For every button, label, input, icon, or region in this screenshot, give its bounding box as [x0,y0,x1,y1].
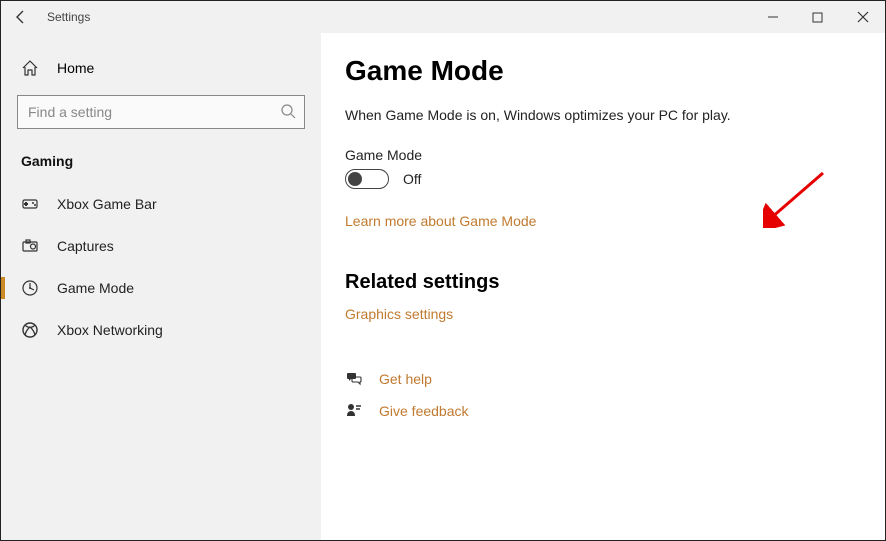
titlebar: Settings [1,1,885,33]
feedback-icon [345,402,365,420]
xbox-networking-icon [21,321,41,339]
related-settings-title: Related settings [345,271,861,294]
sidebar-item-xbox-networking[interactable]: Xbox Networking [1,309,321,351]
toggle-knob [348,172,362,186]
toggle-row: Off [345,169,861,189]
maximize-button[interactable] [795,1,840,33]
get-help-row: Get help [345,370,861,388]
search-wrap: Find a setting [1,95,321,145]
sidebar-item-label: Game Mode [57,280,134,296]
sidebar-section-header: Gaming [1,145,321,183]
search-input[interactable]: Find a setting [17,95,305,129]
get-help-icon [345,370,365,388]
captures-icon [21,237,41,255]
content-area: Game Mode When Game Mode is on, Windows … [321,33,885,540]
body-area: Home Find a setting Gaming Xbox Game Bar [1,33,885,540]
get-help-link[interactable]: Get help [379,371,432,387]
window-title: Settings [47,10,90,24]
sidebar-item-game-mode[interactable]: Game Mode [1,267,321,309]
settings-window: Settings Home Find a setting [0,0,886,541]
learn-more-link[interactable]: Learn more about Game Mode [345,213,536,229]
sidebar-item-xbox-game-bar[interactable]: Xbox Game Bar [1,183,321,225]
window-controls [750,1,885,33]
sidebar: Home Find a setting Gaming Xbox Game Bar [1,33,321,540]
minimize-button[interactable] [750,1,795,33]
sidebar-item-label: Xbox Networking [57,322,163,338]
game-mode-toggle[interactable] [345,169,389,189]
game-bar-icon [21,195,41,213]
home-nav[interactable]: Home [1,51,321,85]
give-feedback-link[interactable]: Give feedback [379,403,469,419]
search-icon [280,103,296,122]
toggle-state: Off [403,171,421,187]
toggle-label: Game Mode [345,147,861,163]
game-mode-icon [21,279,41,297]
home-icon [21,59,41,77]
graphics-settings-link[interactable]: Graphics settings [345,306,453,322]
close-button[interactable] [840,1,885,33]
page-description: When Game Mode is on, Windows optimizes … [345,107,861,123]
sidebar-item-captures[interactable]: Captures [1,225,321,267]
back-button[interactable] [1,1,41,33]
page-title: Game Mode [345,55,861,87]
give-feedback-row: Give feedback [345,402,861,420]
search-placeholder: Find a setting [28,104,280,120]
sidebar-item-label: Captures [57,238,114,254]
sidebar-item-label: Xbox Game Bar [57,196,157,212]
home-label: Home [57,60,94,76]
